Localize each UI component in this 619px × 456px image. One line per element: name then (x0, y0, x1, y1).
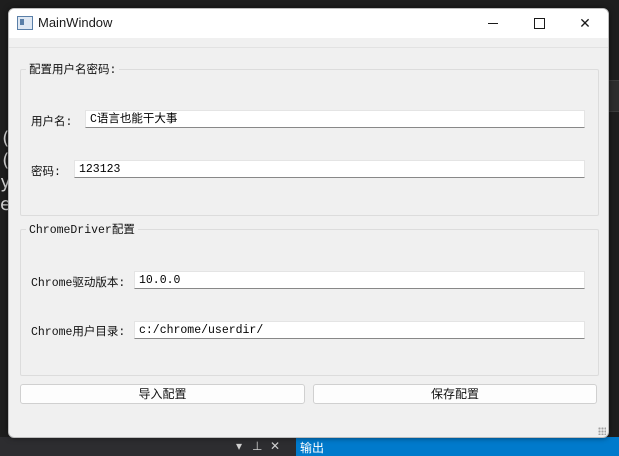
main-window: MainWindow ✕ 配置用户名密码: 用户名: C语言也能干大事 密码: … (8, 8, 609, 438)
close-panel-icon[interactable]: ✕ (270, 439, 280, 453)
close-icon: ✕ (579, 15, 591, 32)
username-field[interactable]: C语言也能干大事 (85, 110, 585, 128)
resize-grip[interactable] (598, 427, 606, 435)
pin-icon[interactable]: ⊥ (252, 439, 262, 453)
import-config-button[interactable]: 导入配置 (20, 384, 305, 404)
chrome-version-label: Chrome驱动版本: (31, 277, 126, 290)
chrome-userdir-field[interactable]: c:/chrome/userdir/ (134, 321, 585, 339)
credentials-group (20, 69, 599, 216)
dropdown-arrow-icon[interactable]: ▾ (236, 439, 242, 453)
chromedriver-group-title: ChromeDriver配置 (26, 221, 138, 237)
save-config-button[interactable]: 保存配置 (313, 384, 597, 404)
background-editor-panel (608, 80, 619, 112)
output-panel-tab[interactable]: 输出 (296, 437, 619, 456)
app-window-icon (17, 16, 33, 30)
credentials-group-title: 配置用户名密码: (26, 61, 120, 77)
window-title: MainWindow (38, 15, 113, 30)
menu-bar (9, 38, 608, 48)
username-label: 用户名: (31, 116, 73, 129)
minimize-button[interactable] (470, 9, 516, 38)
output-tab-label: 输出 (300, 441, 325, 455)
chrome-userdir-label: Chrome用户目录: (31, 326, 126, 339)
title-bar[interactable]: MainWindow ✕ (9, 9, 608, 38)
maximize-icon (533, 18, 545, 29)
minimize-icon (488, 23, 498, 24)
chrome-version-field[interactable]: 10.0.0 (134, 271, 585, 289)
password-label: 密码: (31, 166, 61, 179)
chromedriver-group (20, 229, 599, 376)
password-field[interactable]: 123123 (74, 160, 585, 178)
close-button[interactable]: ✕ (562, 9, 608, 38)
maximize-button[interactable] (516, 9, 562, 38)
